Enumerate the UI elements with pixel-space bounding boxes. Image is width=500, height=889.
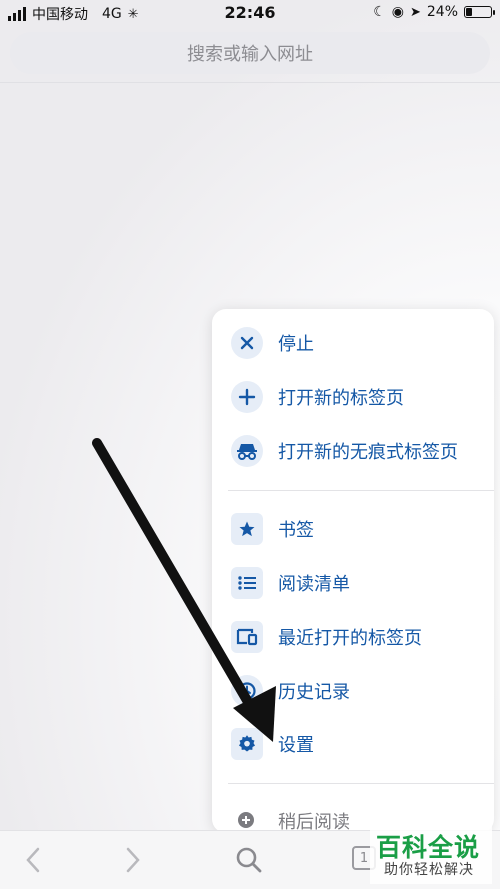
overflow-menu: 停止 打开新的标签页 打开新的无痕式标签页 书签 阅读清单 最近打开的标签页 历… bbox=[212, 309, 494, 833]
battery-percent: 24% bbox=[426, 4, 458, 20]
toolbar-divider bbox=[0, 82, 500, 83]
menu-label: 设置 bbox=[278, 735, 314, 756]
watermark-subtitle: 助你轻松解决 bbox=[384, 862, 474, 878]
star-icon bbox=[231, 513, 263, 545]
menu-item-history[interactable]: 历史记录 bbox=[212, 669, 494, 713]
chevron-left-icon bbox=[26, 847, 40, 873]
battery-fill bbox=[466, 8, 472, 16]
tab-count: 1 bbox=[359, 850, 369, 866]
status-right: ☾ ◉ ➤ 24% bbox=[373, 4, 495, 20]
incognito-icon bbox=[231, 435, 263, 467]
menu-item-reading-list[interactable]: 阅读清单 bbox=[212, 561, 494, 605]
status-bar: 中国移动 4G ✳ 22:46 ☾ ◉ ➤ 24% bbox=[0, 0, 500, 28]
menu-item-new-tab[interactable]: 打开新的标签页 bbox=[212, 375, 494, 419]
history-icon bbox=[231, 675, 263, 707]
menu-item-bookmarks[interactable]: 书签 bbox=[212, 507, 494, 551]
chevron-right-icon bbox=[126, 847, 140, 873]
menu-label: 书签 bbox=[278, 520, 314, 541]
menu-label: 打开新的标签页 bbox=[278, 388, 404, 409]
gear-icon bbox=[231, 728, 263, 760]
plus-icon bbox=[231, 381, 263, 413]
orientation-lock-icon: ◉ bbox=[391, 4, 404, 20]
menu-label: 阅读清单 bbox=[278, 574, 350, 595]
add-circle-icon bbox=[231, 805, 263, 833]
battery-icon bbox=[464, 6, 495, 18]
location-icon: ➤ bbox=[409, 4, 421, 20]
moon-icon: ☾ bbox=[373, 4, 386, 20]
menu-divider bbox=[228, 490, 494, 491]
forward-button[interactable] bbox=[118, 845, 148, 875]
menu-label: 打开新的无痕式标签页 bbox=[278, 442, 458, 463]
menu-divider bbox=[228, 783, 494, 784]
menu-item-recent-tabs[interactable]: 最近打开的标签页 bbox=[212, 615, 494, 659]
menu-label: 历史记录 bbox=[278, 682, 350, 703]
search-button[interactable] bbox=[234, 845, 264, 875]
devices-icon bbox=[231, 621, 263, 653]
menu-label: 停止 bbox=[278, 334, 314, 355]
search-input[interactable]: 搜索或输入网址 bbox=[10, 32, 490, 74]
search-placeholder: 搜索或输入网址 bbox=[187, 44, 313, 65]
watermark-logo: 百科全说 助你轻松解决 bbox=[370, 826, 492, 884]
menu-item-new-incognito-tab[interactable]: 打开新的无痕式标签页 bbox=[212, 429, 494, 473]
menu-item-stop[interactable]: 停止 bbox=[212, 321, 494, 365]
menu-item-settings[interactable]: 设置 bbox=[212, 722, 494, 766]
list-icon bbox=[231, 567, 263, 599]
close-icon bbox=[231, 327, 263, 359]
search-icon bbox=[236, 847, 262, 873]
menu-label: 最近打开的标签页 bbox=[278, 628, 422, 649]
back-button[interactable] bbox=[18, 845, 48, 875]
